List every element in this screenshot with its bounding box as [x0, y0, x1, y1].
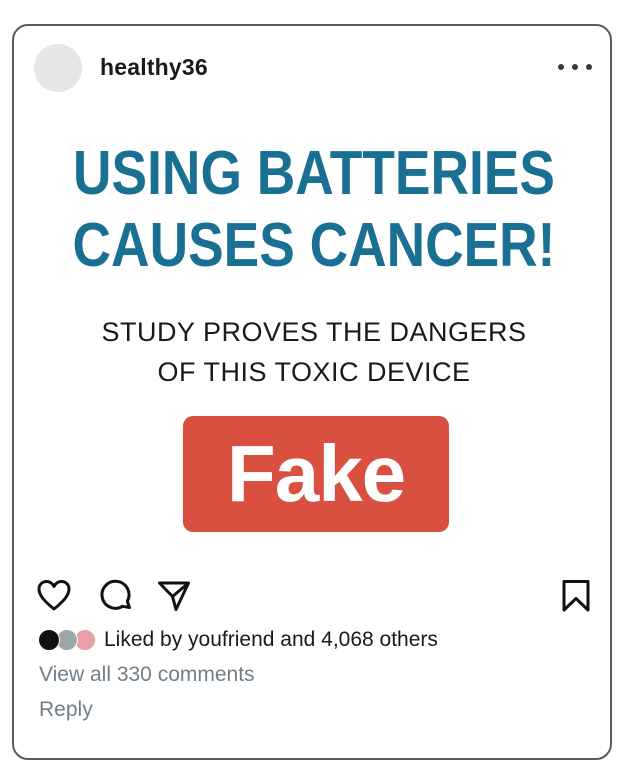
subhead-line-1: STUDY PROVES THE DANGERS — [101, 317, 527, 347]
likes-row: Liked by youfriend and 4,068 others — [38, 627, 438, 653]
subhead-line-2: OF THIS TOXIC DEVICE — [157, 357, 471, 387]
post-card: healthy36 USING BATTERIES CAUSES CANCER!… — [12, 24, 612, 760]
liker-avatar — [38, 629, 60, 651]
avatar[interactable] — [34, 44, 82, 92]
post-subheadline: STUDY PROVES THE DANGERS OF THIS TOXIC D… — [14, 312, 614, 392]
comment-icon[interactable] — [98, 578, 134, 614]
headline-line-1: USING BATTERIES — [73, 139, 555, 208]
headline-line-2: CAUSES CANCER! — [72, 211, 556, 280]
post-headline: USING BATTERIES CAUSES CANCER! — [56, 138, 572, 282]
bookmark-icon[interactable] — [558, 578, 594, 614]
fake-badge: Fake — [183, 416, 449, 532]
view-comments-link[interactable]: View all 330 comments — [39, 663, 255, 687]
reply-link[interactable]: Reply — [39, 698, 93, 722]
username[interactable]: healthy36 — [100, 54, 208, 81]
liker-avatars — [38, 628, 100, 652]
heart-icon[interactable] — [36, 578, 72, 614]
likes-text[interactable]: Liked by youfriend and 4,068 others — [104, 628, 438, 652]
send-icon[interactable] — [156, 578, 192, 614]
more-options-icon[interactable] — [558, 56, 592, 78]
